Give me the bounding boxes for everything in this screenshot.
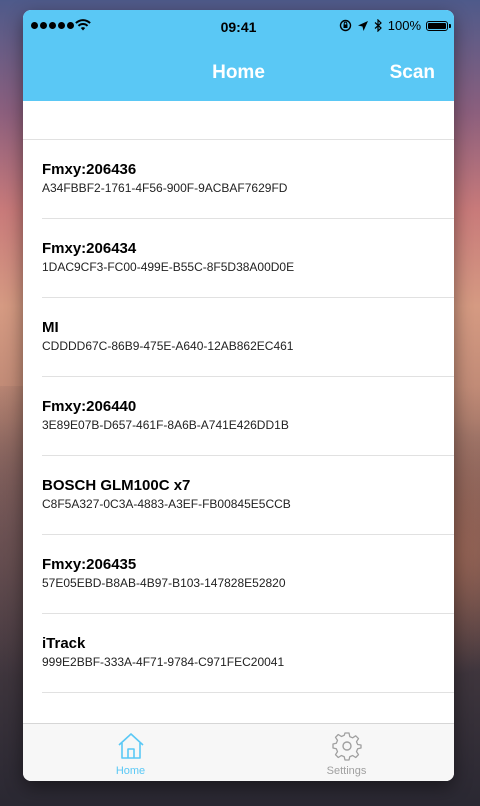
- location-arrow-icon: [357, 20, 368, 31]
- device-name: Fmxy:206440: [42, 398, 137, 415]
- device-row[interactable]: BOSCH GLM100C x7 C8F5A327-0C3A-4883-A3EF…: [42, 456, 454, 535]
- battery-percentage: 100%: [387, 18, 421, 33]
- device-row[interactable]: MI CDDDD67C-86B9-475E-A640-12AB862EC461: [42, 298, 454, 377]
- list-header-spacer: [23, 101, 454, 140]
- tab-bar: Home Settings: [23, 723, 454, 781]
- orientation-lock-icon: [339, 19, 351, 32]
- status-bar: 09:41 100%: [23, 10, 454, 46]
- device-row[interactable]: Fmxy:206440 3E89E07B-D657-461F-8A6B-A741…: [42, 377, 454, 456]
- device-row[interactable]: iTrack 999E2BBF-333A-4F71-9784-C971FEC20…: [42, 614, 454, 693]
- device-uuid: C8F5A327-0C3A-4883-A3EF-FB00845E5CCB: [42, 497, 291, 511]
- status-right-group: 100%: [339, 18, 451, 33]
- device-uuid: CDDDD67C-86B9-475E-A640-12AB862EC461: [42, 339, 294, 353]
- device-uuid: 999E2BBF-333A-4F71-9784-C971FEC20041: [42, 655, 285, 669]
- device-uuid: 57E05EBD-B8AB-4B97-B103-147828E52820: [42, 576, 286, 590]
- device-row[interactable]: Fmxy:206434 1DAC9CF3-FC00-499E-B55C-8F5D…: [42, 219, 454, 298]
- device-name: BOSCH GLM100C x7: [42, 477, 191, 494]
- scan-button[interactable]: Scan: [390, 62, 435, 84]
- tab-settings[interactable]: Settings: [239, 724, 454, 781]
- device-row[interactable]: Fmxy:206436 A34FBBF2-1761-4F56-900F-9ACB…: [42, 140, 454, 219]
- gear-icon: [331, 732, 362, 761]
- tab-home[interactable]: Home: [23, 724, 238, 781]
- device-uuid: 3E89E07B-D657-461F-8A6B-A741E426DD1B: [42, 418, 289, 432]
- device-name: MI: [42, 319, 59, 336]
- navigation-bar: Home Scan: [23, 46, 454, 101]
- device-name: iTrack: [42, 635, 86, 652]
- device-list: Fmxy:206436 A34FBBF2-1761-4F56-900F-9ACB…: [23, 101, 454, 724]
- app-window: 09:41 100% Home Scan Fmxy:206436 A34FBBF…: [23, 10, 454, 781]
- device-name: Fmxy:206435: [42, 556, 137, 573]
- device-name: Fmxy:206434: [42, 240, 137, 257]
- device-row[interactable]: Fmxy:206435 57E05EBD-B8AB-4B97-B103-1478…: [42, 535, 454, 614]
- tab-home-label: Home: [115, 765, 146, 777]
- device-uuid: 1DAC9CF3-FC00-499E-B55C-8F5D38A00D0E: [42, 260, 295, 274]
- device-uuid: A34FBBF2-1761-4F56-900F-9ACBAF7629FD: [42, 181, 288, 195]
- device-name: Fmxy:206436: [42, 161, 137, 178]
- tab-settings-label: Settings: [326, 765, 367, 777]
- bluetooth-icon: [374, 19, 382, 32]
- battery-icon: [426, 20, 451, 31]
- home-icon: [117, 733, 144, 759]
